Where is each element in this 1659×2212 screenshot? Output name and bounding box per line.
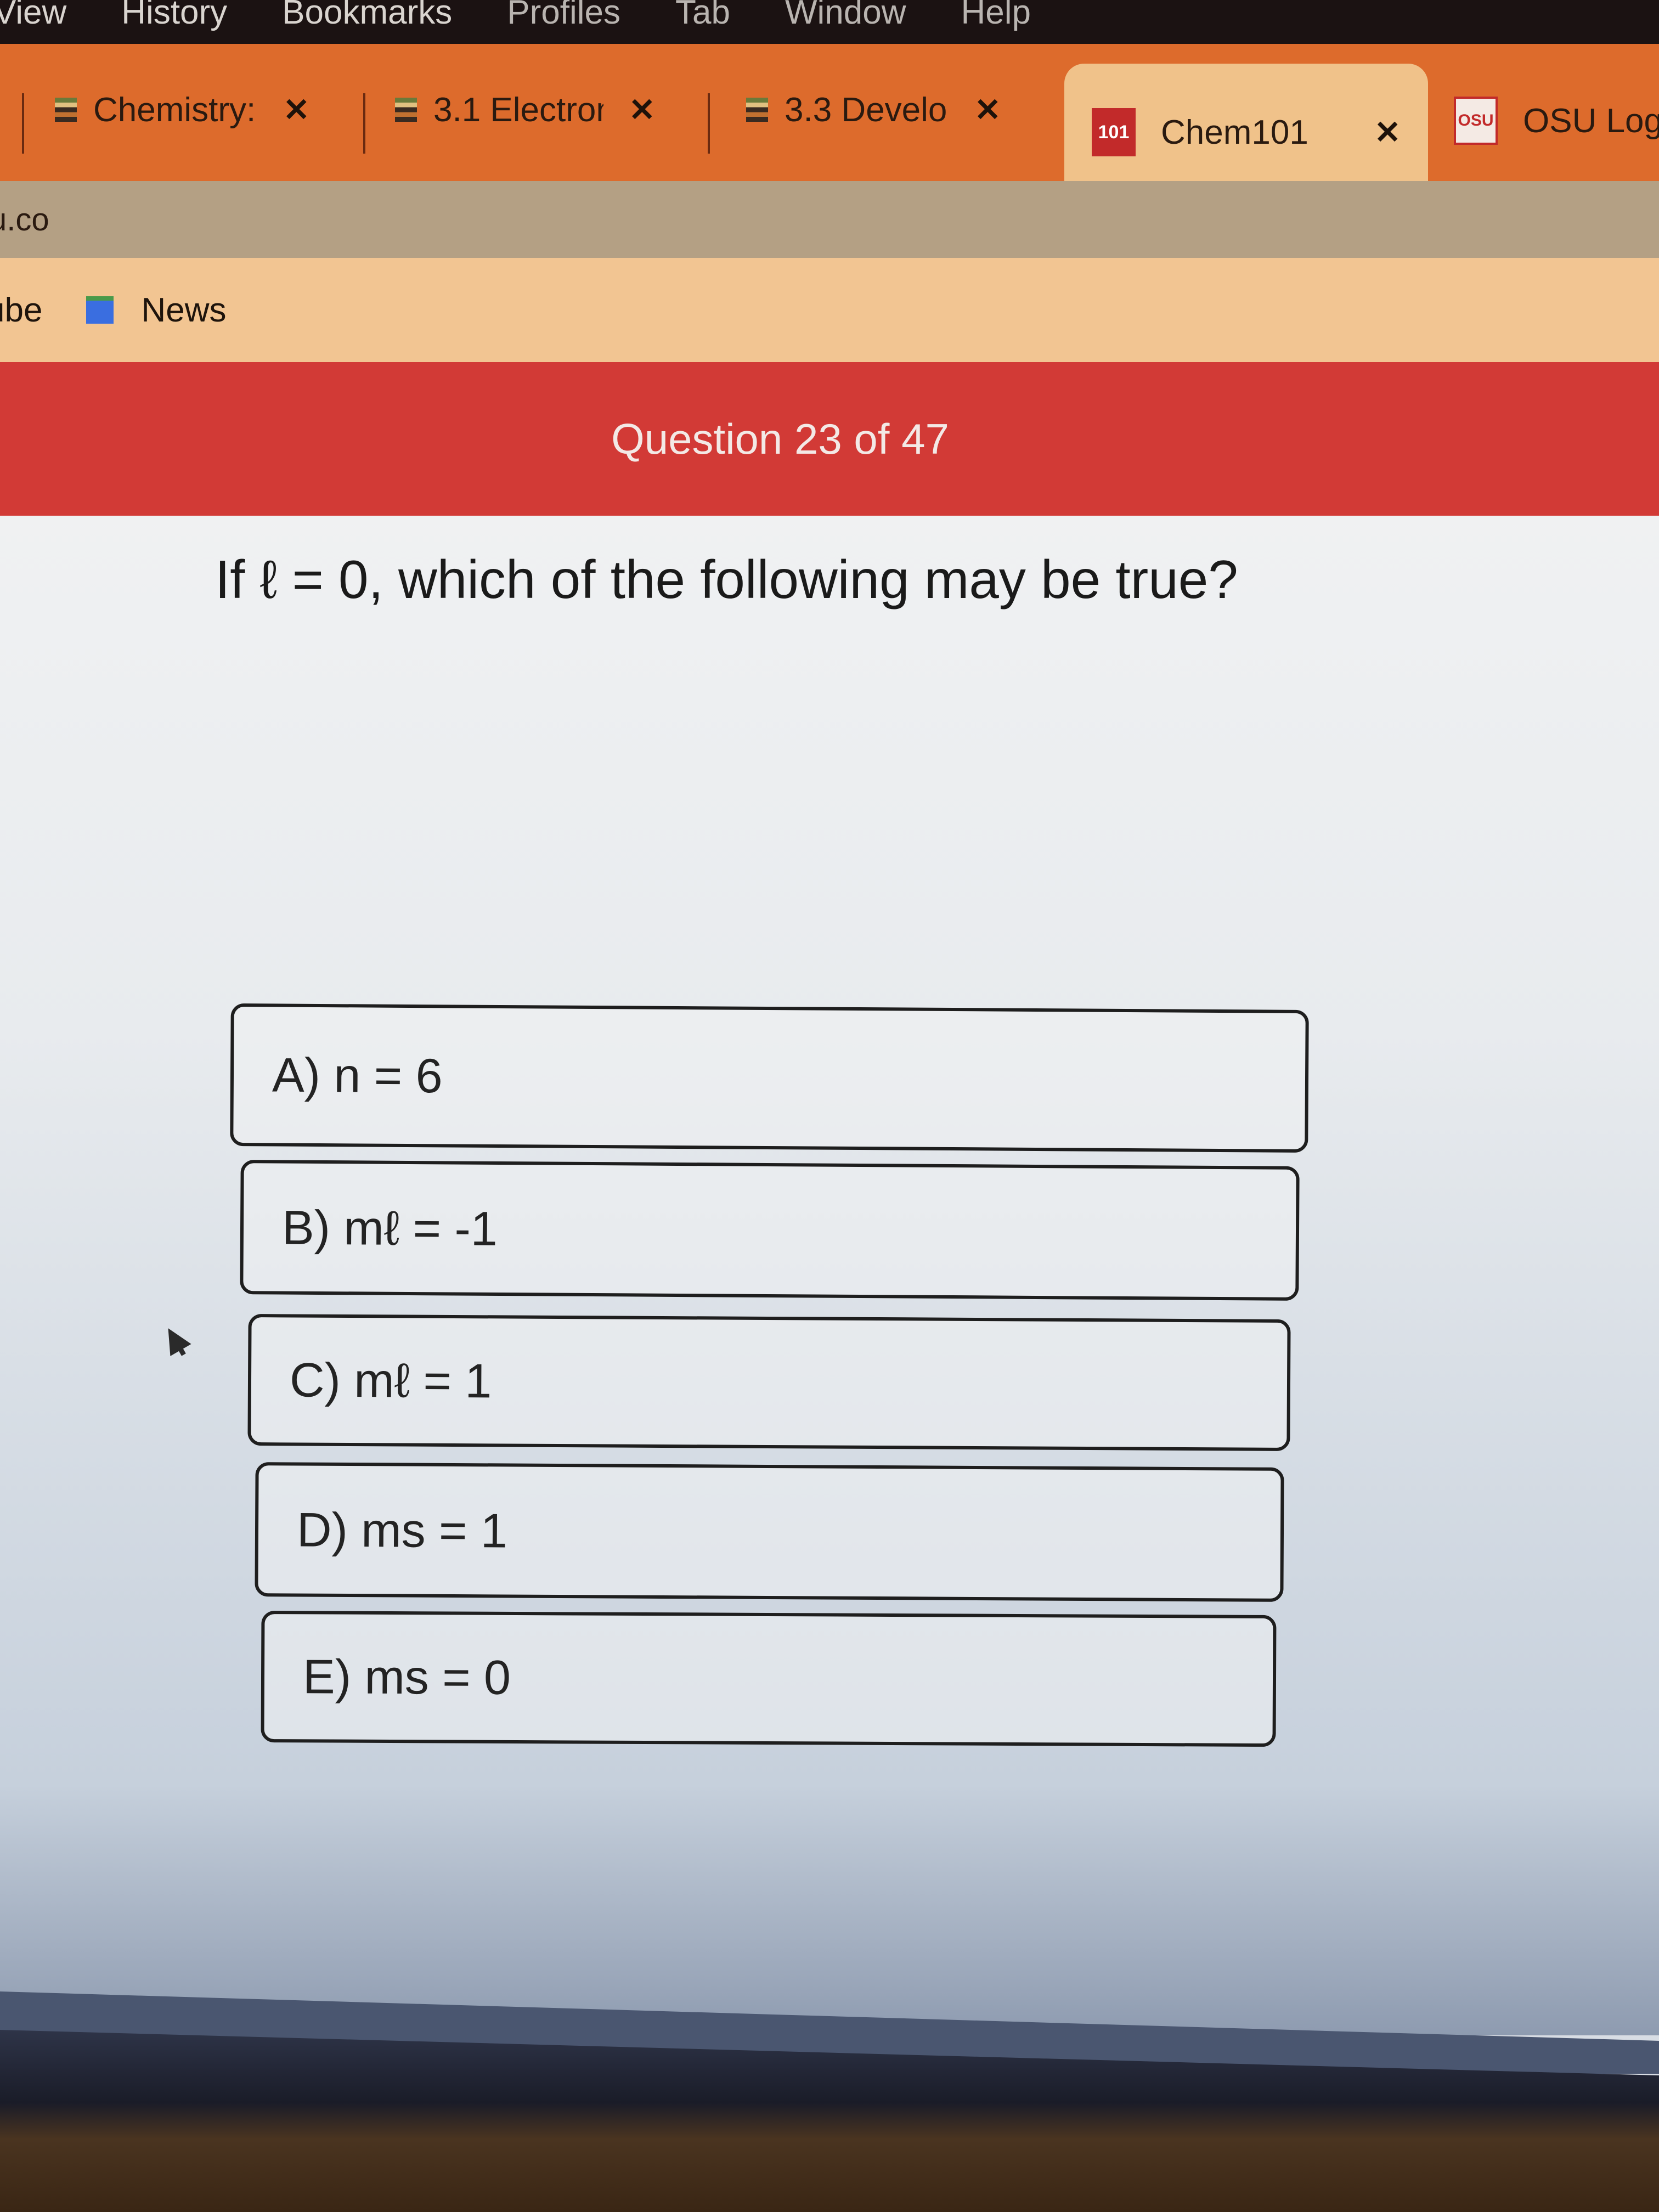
quiz-page: Question 23 of 47 If ℓ = 0, which of the…	[0, 362, 1659, 2035]
menu-help[interactable]: Help	[961, 0, 1031, 30]
chem101-icon: 101	[1092, 108, 1136, 156]
toolbar: u.co	[0, 181, 1659, 258]
browser-tab-strip: Chemistry: ✕ 3.1 Electron ✕ 3.3 Develop …	[0, 44, 1659, 201]
tab-3-3-develop[interactable]: 3.3 Develop ✕	[746, 44, 1053, 176]
menu-bookmarks[interactable]: Bookmarks	[282, 0, 452, 30]
news-icon	[86, 296, 114, 324]
bookmark-label: News	[141, 291, 227, 329]
question-counter: Question 23 of 47	[611, 414, 949, 463]
bookmark-label: ube	[0, 291, 43, 329]
answer-choice-d[interactable]: D) ms = 1	[255, 1462, 1284, 1602]
tab-title: 3.1 Electron	[433, 91, 603, 129]
macos-menu-bar: View History Bookmarks Profiles Tab Wind…	[0, 0, 1659, 44]
document-icon	[55, 98, 77, 122]
answer-choice-b[interactable]: B) mℓ = -1	[240, 1160, 1300, 1301]
tab-osu-login[interactable]: OSU OSU Log	[1454, 55, 1659, 187]
tab-separator	[708, 93, 710, 154]
tab-chem101[interactable]: 101 Chem101 ✕	[1064, 64, 1429, 201]
answer-choice-a[interactable]: A) n = 6	[230, 1003, 1309, 1153]
tab-title: 3.3 Develop	[785, 91, 949, 129]
answer-choice-c[interactable]: C) mℓ = 1	[247, 1314, 1291, 1451]
choice-label: C) mℓ = 1	[289, 1352, 492, 1408]
bookmarks-bar: ube News	[0, 258, 1659, 362]
choice-label: E) ms = 0	[302, 1649, 511, 1705]
question-header: Question 23 of 47	[0, 362, 1659, 516]
bookmark-news[interactable]: News	[86, 291, 226, 330]
tab-chemistry[interactable]: Chemistry: ✕	[55, 44, 362, 176]
menu-view[interactable]: View	[0, 0, 66, 30]
bookmark-youtube[interactable]: ube	[0, 291, 42, 330]
close-tab-icon[interactable]: ✕	[1374, 114, 1401, 151]
answer-choice-e[interactable]: E) ms = 0	[261, 1610, 1277, 1747]
menu-history[interactable]: History	[121, 0, 227, 30]
osu-icon: OSU	[1454, 97, 1498, 145]
close-tab-icon[interactable]: ✕	[629, 91, 656, 128]
menu-tab[interactable]: Tab	[675, 0, 730, 30]
document-icon	[395, 98, 417, 122]
question-text: If ℓ = 0, which of the following may be …	[215, 549, 1238, 610]
choice-label: A) n = 6	[272, 1047, 443, 1103]
menu-window[interactable]: Window	[785, 0, 906, 30]
tab-separator	[363, 93, 365, 154]
tab-title: OSU Log	[1523, 101, 1659, 140]
menu-profiles[interactable]: Profiles	[507, 0, 620, 30]
close-tab-icon[interactable]: ✕	[283, 91, 310, 128]
tab-title: Chemistry:	[93, 91, 256, 129]
address-bar[interactable]: u.co	[0, 181, 1659, 258]
document-icon	[746, 98, 768, 122]
tab-title: Chem101	[1161, 113, 1308, 151]
choice-label: D) ms = 1	[296, 1502, 508, 1558]
close-tab-icon[interactable]: ✕	[974, 91, 1001, 128]
choice-label: B) mℓ = -1	[281, 1200, 498, 1256]
url-text: u.co	[0, 201, 49, 238]
tab-separator	[22, 93, 24, 154]
tab-3-1-electron[interactable]: 3.1 Electron ✕	[395, 44, 702, 176]
